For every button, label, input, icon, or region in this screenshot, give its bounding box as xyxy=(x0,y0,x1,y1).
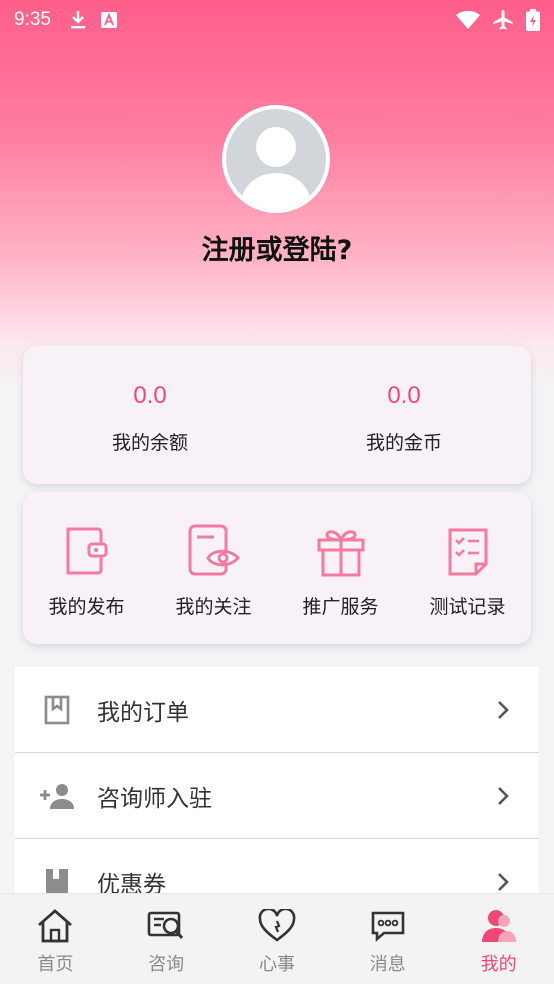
my-follows-button[interactable]: 我的关注 xyxy=(150,492,277,644)
tab-label: 我的 xyxy=(480,954,517,975)
quick-actions-card: 我的发布 我的关注 推广服务 测试记录 xyxy=(23,492,531,644)
status-bar: 9:35 xyxy=(0,0,554,40)
wifi-icon xyxy=(456,11,480,29)
heart-icon xyxy=(257,906,297,946)
test-records-label: 测试记录 xyxy=(429,596,506,618)
tab-label: 咨询 xyxy=(148,954,185,975)
profile-icon xyxy=(479,906,519,946)
tab-consult[interactable]: 咨询 xyxy=(111,894,222,984)
airplane-icon xyxy=(492,9,514,31)
message-icon xyxy=(368,906,408,946)
gift-icon xyxy=(312,522,370,580)
bottom-tab-bar: 首页 咨询 心事 消息 我的 xyxy=(0,893,554,984)
my-posts-button[interactable]: 我的发布 xyxy=(23,492,150,644)
tab-label: 消息 xyxy=(369,954,406,975)
tab-label: 首页 xyxy=(37,954,74,975)
consult-icon xyxy=(146,906,186,946)
menu-list: 我的订单 咨询师入驻 优惠券 xyxy=(15,667,539,925)
checklist-icon xyxy=(439,522,497,580)
add-person-icon xyxy=(39,778,75,814)
balance-value: 0.0 xyxy=(133,382,167,409)
balance-label: 我的余额 xyxy=(111,432,188,454)
home-icon xyxy=(35,906,75,946)
login-register-link[interactable]: 注册或登陆? xyxy=(0,228,554,267)
balance-item[interactable]: 0.0 我的余额 xyxy=(23,346,277,484)
my-follows-label: 我的关注 xyxy=(175,596,252,618)
menu-item-my-orders[interactable]: 我的订单 xyxy=(15,667,539,753)
eye-document-icon xyxy=(185,522,243,580)
chevron-right-icon xyxy=(493,872,513,892)
wallet-icon xyxy=(58,522,116,580)
promotion-service-label: 推广服务 xyxy=(302,596,379,618)
tab-thoughts[interactable]: 心事 xyxy=(222,894,333,984)
tab-label: 心事 xyxy=(258,954,295,975)
download-icon xyxy=(69,10,87,30)
my-posts-label: 我的发布 xyxy=(48,596,125,618)
status-time: 9:35 xyxy=(14,9,51,30)
coins-value: 0.0 xyxy=(387,382,421,409)
menu-item-label: 咨询师入驻 xyxy=(97,785,212,812)
coins-label: 我的金币 xyxy=(365,432,442,454)
chevron-right-icon xyxy=(493,786,513,806)
tab-home[interactable]: 首页 xyxy=(0,894,111,984)
menu-item-label: 我的订单 xyxy=(97,699,189,726)
tab-messages[interactable]: 消息 xyxy=(332,894,443,984)
wallet-card: 0.0 我的余额 0.0 我的金币 xyxy=(23,346,531,484)
chevron-right-icon xyxy=(493,700,513,720)
default-avatar-icon xyxy=(226,109,326,209)
tab-mine[interactable]: 我的 xyxy=(443,894,554,984)
coins-item[interactable]: 0.0 我的金币 xyxy=(277,346,531,484)
test-records-button[interactable]: 测试记录 xyxy=(404,492,531,644)
font-icon xyxy=(100,12,117,28)
menu-item-counselor-join[interactable]: 咨询师入驻 xyxy=(15,753,539,839)
avatar[interactable] xyxy=(222,105,330,213)
battery-icon xyxy=(526,9,540,31)
promotion-service-button[interactable]: 推广服务 xyxy=(277,492,404,644)
bookmark-icon xyxy=(39,692,75,728)
